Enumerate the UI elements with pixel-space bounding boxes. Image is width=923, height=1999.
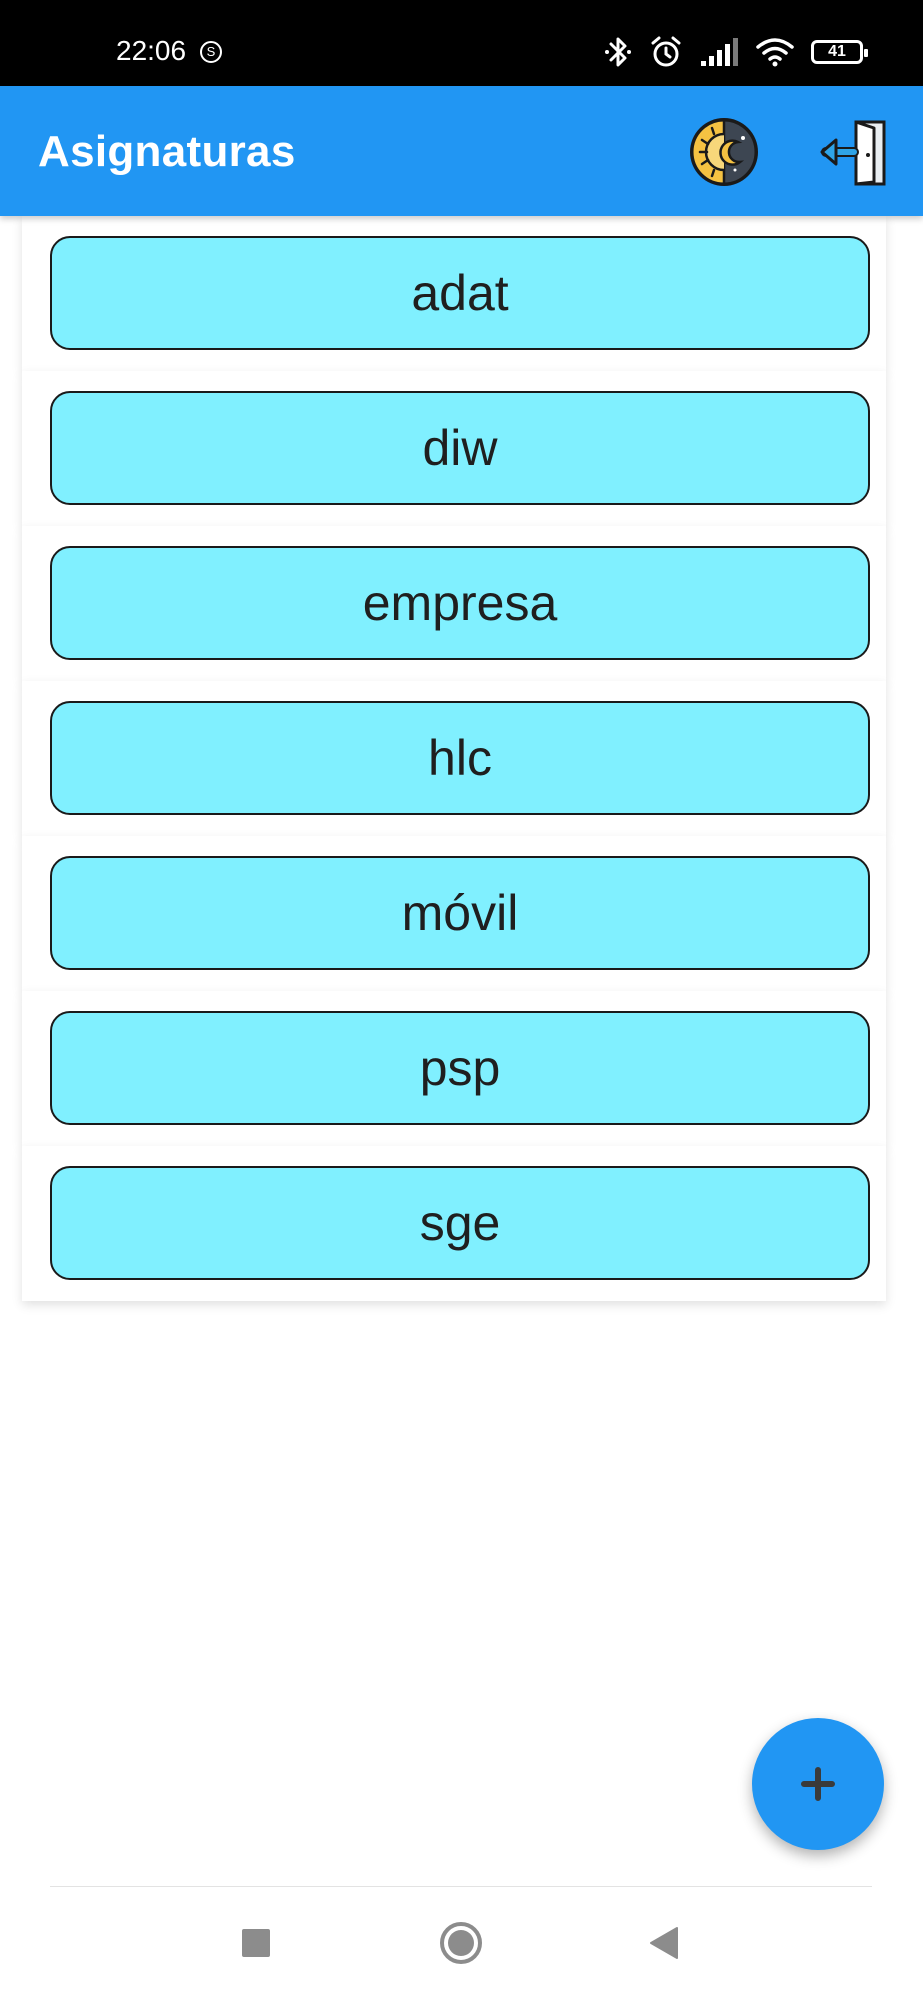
subject-card-psp[interactable]: psp: [50, 1011, 870, 1125]
battery-level: 41: [828, 43, 846, 60]
subject-label: sge: [419, 1195, 501, 1251]
page-title: Asignaturas: [38, 127, 296, 176]
home-button[interactable]: [431, 1913, 491, 1973]
subject-card-diw[interactable]: diw: [50, 391, 870, 505]
list-item: adat: [22, 216, 886, 371]
list-item: empresa: [22, 526, 886, 681]
list-item: hlc: [22, 681, 886, 836]
subject-label: diw: [422, 420, 498, 476]
list-item: diw: [22, 371, 886, 526]
battery-icon: 41: [811, 40, 868, 64]
subject-card-empresa[interactable]: empresa: [50, 546, 870, 660]
subject-label: psp: [419, 1040, 501, 1096]
back-triangle-icon: [650, 1927, 678, 1959]
wifi-icon: [756, 38, 794, 67]
logout-door-icon: [820, 120, 886, 186]
home-circle-icon: [440, 1922, 482, 1964]
subject-label: móvil: [401, 885, 519, 941]
recents-button[interactable]: [226, 1913, 286, 1973]
sync-badge-icon: S: [200, 41, 222, 63]
subject-card-sge[interactable]: sge: [50, 1166, 870, 1280]
subject-card-movil[interactable]: móvil: [50, 856, 870, 970]
system-nav-bar: [0, 1887, 923, 1999]
subject-label: adat: [411, 265, 509, 321]
plus-icon: [801, 1767, 835, 1801]
status-bar: 22:06 S 41: [0, 0, 923, 86]
recents-square-icon: [242, 1929, 270, 1957]
subject-card-hlc[interactable]: hlc: [50, 701, 870, 815]
app-bar: Asignaturas: [0, 86, 923, 216]
list-item: móvil: [22, 836, 886, 991]
list-item: psp: [22, 991, 886, 1146]
add-subject-button[interactable]: [752, 1718, 884, 1850]
logout-button[interactable]: [816, 116, 892, 188]
subject-list: adat diw empresa hlc móvil psp sge: [22, 216, 886, 1301]
theme-toggle-icon: [690, 118, 758, 186]
status-time: 22:06: [116, 35, 187, 66]
signal-icon: [701, 38, 738, 66]
list-item: sge: [22, 1146, 886, 1301]
alarm-icon: [651, 36, 681, 67]
subject-label: empresa: [362, 575, 558, 631]
status-icons: 41: [603, 32, 868, 72]
subject-card-adat[interactable]: adat: [50, 236, 870, 350]
bluetooth-icon: [605, 37, 631, 67]
subject-label: hlc: [428, 730, 492, 786]
theme-toggle-button[interactable]: [688, 116, 760, 188]
back-button[interactable]: [634, 1913, 694, 1973]
